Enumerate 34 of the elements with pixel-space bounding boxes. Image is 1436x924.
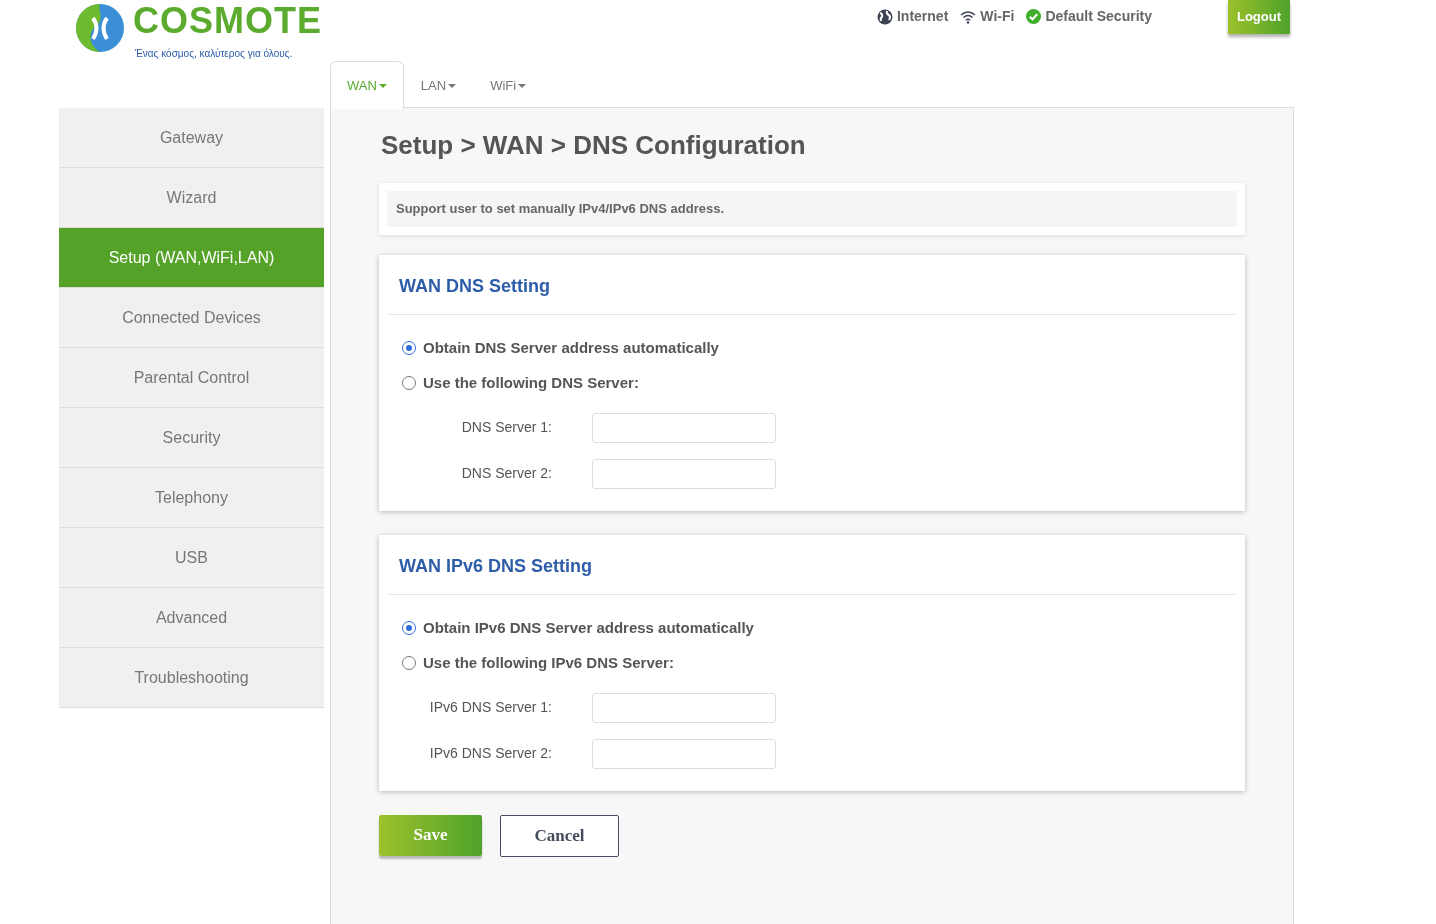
sidebar-item[interactable]: Setup (WAN,WiFi,LAN) [59,228,324,288]
wifi-icon [960,9,977,24]
radio-button[interactable] [402,621,416,635]
field-label: IPv6 DNS Server 1: [428,698,552,717]
field-label: IPv6 DNS Server 2: [428,744,552,763]
globe-icon [876,8,893,25]
input-field[interactable] [592,692,776,723]
nav-tab[interactable]: WAN [330,60,404,109]
option-label: Use the following IPv6 DNS Server: [423,652,674,673]
field-label: DNS Server 1: [460,418,552,437]
cancel-button[interactable]: Cancel [500,814,619,857]
section-title: WAN IPv6 DNS Setting [388,534,1236,595]
connection-status: Internet [896,7,949,26]
save-button[interactable]: Save [379,814,482,856]
input-field[interactable] [592,412,776,443]
option-label: Obtain DNS Server address automatically [423,337,719,358]
field-label: DNS Server 2: [460,464,552,483]
security-status: Default Security [1045,7,1152,26]
page-title: Setup > WAN > DNS Configuration [381,129,807,162]
brand-wordmark: COSMOTE [133,0,322,41]
input-field[interactable] [592,738,776,769]
check-circle-icon [1026,9,1042,24]
input-field[interactable] [592,458,776,489]
brand-tagline: Ένας κόσμος, καλύτερος για όλους. [135,47,294,61]
radio-button[interactable] [402,341,416,355]
logout-button[interactable]: Logout [1227,0,1290,34]
option-label: Use the following DNS Server: [423,372,639,393]
connection-status: Wi-Fi [980,7,1015,26]
section-title: WAN DNS Setting [388,254,1236,315]
info-text: Support user to set manually IPv4/IPv6 DNS address. [387,191,1237,227]
radio-button[interactable] [402,656,416,670]
radio-button[interactable] [402,376,416,390]
logo-icon [75,3,125,53]
option-label: Obtain IPv6 DNS Server address automatically [423,617,754,638]
